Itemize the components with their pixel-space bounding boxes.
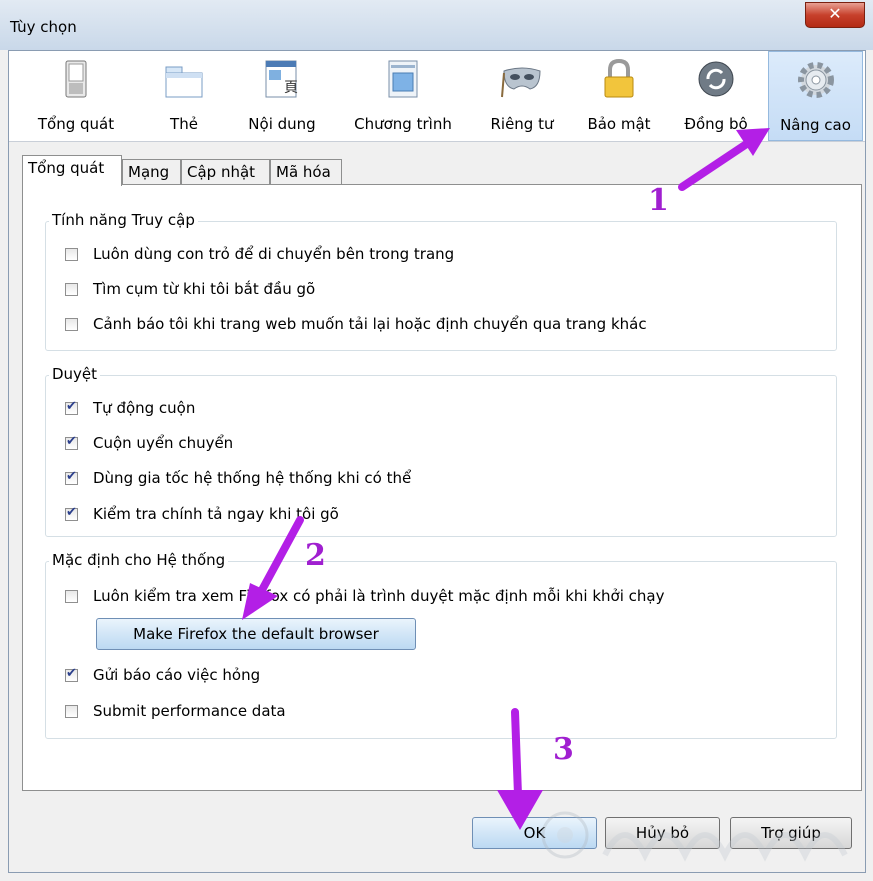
tab-general[interactable]: Tổng quát — [22, 155, 122, 186]
annotation-step-1: 1 — [648, 183, 669, 218]
arrow-3-head — [497, 790, 543, 830]
arrow-2-head — [242, 583, 278, 620]
arrow-2-shaft — [258, 516, 304, 594]
arrow-3-shaft — [511, 708, 522, 799]
annotation-arrows — [242, 128, 770, 830]
arrow-1-shaft — [678, 139, 752, 191]
annotation-step-3: 3 — [553, 732, 574, 767]
annotation-step-2: 2 — [305, 538, 326, 573]
preferences-window: Tùy chọn ✕ Tổng quát Thẻ 頁 Nội dung Chươ… — [0, 0, 873, 881]
